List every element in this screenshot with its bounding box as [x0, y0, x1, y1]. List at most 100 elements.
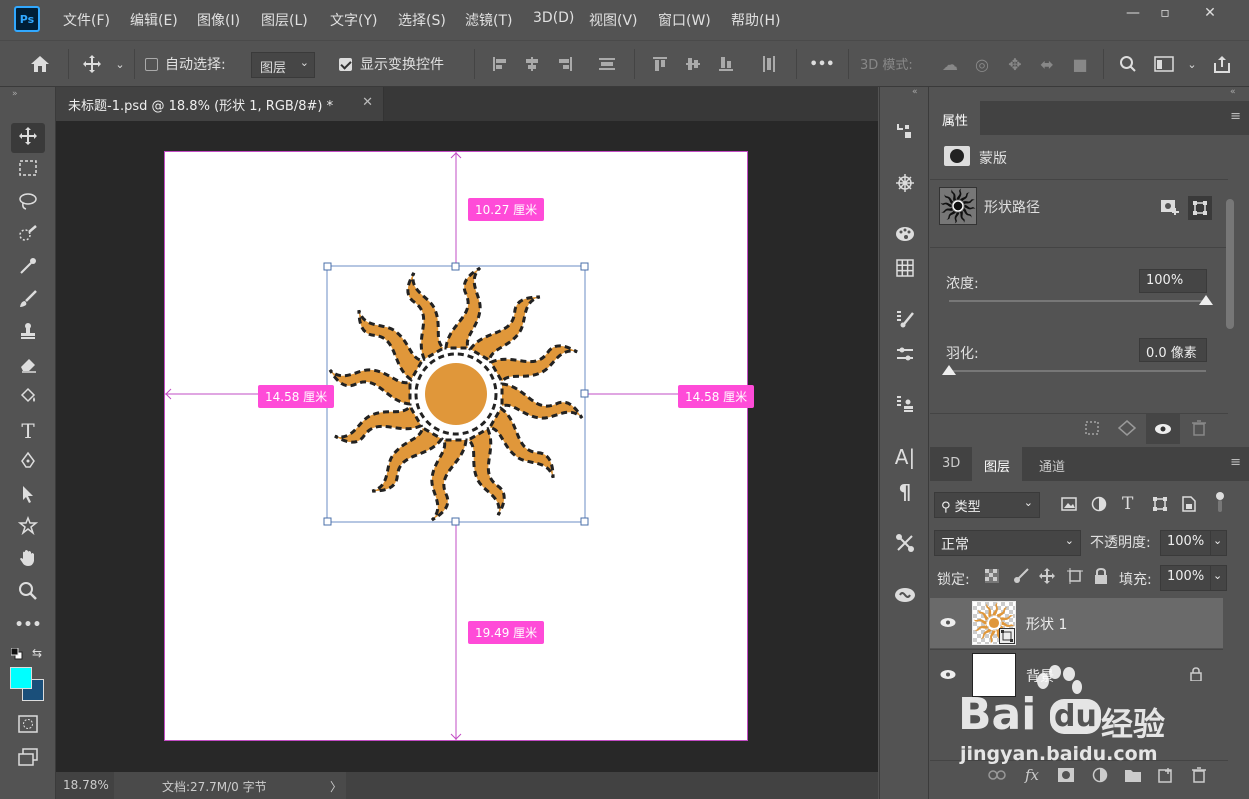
- menu-help[interactable]: 帮助(H): [731, 10, 780, 30]
- lock-transparent-icon[interactable]: [985, 569, 999, 587]
- filter-toggle-switch[interactable]: [1215, 490, 1225, 514]
- panel-menu-icon[interactable]: ≡: [1230, 109, 1241, 124]
- navigator-icon[interactable]: [891, 169, 919, 197]
- stamp-tool[interactable]: [11, 318, 45, 348]
- brush-settings-icon[interactable]: [891, 305, 919, 333]
- hand-tool[interactable]: [11, 545, 45, 575]
- density-input[interactable]: 100%: [1139, 269, 1207, 293]
- layer-row-shape[interactable]: 形状 1: [930, 598, 1223, 648]
- move-tool-icon[interactable]: [80, 52, 104, 76]
- align-left-icon[interactable]: [488, 52, 512, 76]
- close-tab-icon[interactable]: ✕: [362, 95, 373, 110]
- document-tab[interactable]: 未标题-1.psd @ 18.8% (形状 1, RGB/8#) * ✕: [56, 87, 384, 121]
- marquee-tool[interactable]: [11, 155, 45, 185]
- tab-properties[interactable]: 属性: [930, 101, 981, 135]
- move-tool[interactable]: [11, 123, 45, 153]
- auto-select-dropdown[interactable]: 图层 ⌄: [251, 52, 315, 78]
- collapse-icon[interactable]: »: [12, 89, 18, 99]
- 3d-camera-icon[interactable]: ■: [1068, 52, 1092, 76]
- status-arrow-icon[interactable]: 〉: [330, 778, 342, 795]
- more-options-icon[interactable]: •••: [810, 52, 835, 76]
- apply-mask-icon[interactable]: [1117, 420, 1137, 440]
- align-top-icon[interactable]: [648, 52, 672, 76]
- fill-chevron-icon[interactable]: ⌄: [1210, 565, 1227, 591]
- history-icon[interactable]: [891, 117, 919, 145]
- quick-mask-tool[interactable]: [11, 711, 45, 741]
- screen-mode-tool[interactable]: [11, 744, 45, 774]
- zoom-tool[interactable]: [11, 578, 45, 608]
- share-icon[interactable]: [1210, 52, 1234, 76]
- menu-type[interactable]: 文字(Y): [330, 10, 377, 30]
- layer-name[interactable]: 形状 1: [1026, 614, 1067, 634]
- visibility-toggle-icon[interactable]: [1146, 414, 1180, 444]
- opacity-input[interactable]: 100%: [1160, 530, 1216, 556]
- menu-edit[interactable]: 编辑(E): [130, 10, 178, 30]
- filter-pixel-icon[interactable]: [1061, 497, 1077, 515]
- filter-adjustment-icon[interactable]: [1091, 496, 1107, 516]
- layer-filter-dropdown[interactable]: ⚲ 类型 ⌄: [934, 492, 1040, 518]
- menu-image[interactable]: 图像(I): [197, 10, 240, 30]
- doc-info-box[interactable]: 文档:27.7M/0 字节 〉: [114, 772, 346, 799]
- menu-window[interactable]: 窗口(W): [658, 10, 711, 30]
- density-slider[interactable]: [949, 300, 1206, 302]
- clone-source-icon[interactable]: [891, 390, 919, 418]
- tab-3d[interactable]: 3D: [930, 447, 972, 481]
- menu-layer[interactable]: 图层(L): [261, 10, 308, 30]
- density-slider-thumb[interactable]: [1199, 295, 1213, 305]
- auto-select-checkbox[interactable]: [145, 58, 158, 71]
- photoshop-logo[interactable]: Ps: [14, 6, 40, 32]
- swatches-icon[interactable]: [891, 254, 919, 282]
- quick-select-tool[interactable]: [11, 221, 45, 251]
- distribute-icon[interactable]: [595, 52, 619, 76]
- tab-channels[interactable]: 通道: [1027, 447, 1077, 481]
- close-window-button[interactable]: ✕: [1190, 0, 1230, 26]
- fill-input[interactable]: 100%: [1160, 565, 1216, 591]
- color-palette-icon[interactable]: [891, 220, 919, 248]
- feather-input[interactable]: 0.0 像素: [1139, 338, 1207, 362]
- filter-smart-object-icon[interactable]: [1182, 496, 1196, 516]
- align-middle-v-icon[interactable]: [681, 52, 705, 76]
- feather-slider-thumb[interactable]: [942, 365, 956, 375]
- load-selection-icon[interactable]: [1084, 420, 1100, 440]
- show-transform-checkbox[interactable]: [339, 58, 352, 71]
- eye-icon[interactable]: [940, 666, 956, 684]
- trash-icon[interactable]: [1192, 420, 1206, 440]
- filter-shape-icon[interactable]: [1152, 496, 1168, 516]
- custom-shape-tool[interactable]: [11, 513, 45, 543]
- opacity-chevron-icon[interactable]: ⌄: [1210, 530, 1227, 556]
- menu-filter[interactable]: 滤镜(T): [465, 10, 512, 30]
- more-tools[interactable]: •••: [11, 610, 45, 640]
- creative-cloud-libraries-icon[interactable]: [891, 580, 919, 608]
- filter-type-icon[interactable]: T: [1122, 494, 1133, 514]
- tool-presets-icon[interactable]: [891, 529, 919, 557]
- 3d-pan-icon[interactable]: ✥: [1003, 52, 1027, 76]
- pen-tool[interactable]: [11, 448, 45, 478]
- 3d-slide-icon[interactable]: ⬌: [1035, 52, 1059, 76]
- properties-scrollbar[interactable]: [1226, 199, 1234, 329]
- vector-mask-selected-icon[interactable]: [1188, 196, 1212, 220]
- adjustments-icon[interactable]: [891, 340, 919, 368]
- 3d-roll-icon[interactable]: ◎: [970, 52, 994, 76]
- chevron-down-icon[interactable]: ⌄: [108, 52, 132, 76]
- menu-3d[interactable]: 3D(D): [533, 10, 574, 26]
- foreground-color-swatch[interactable]: [10, 667, 32, 689]
- chevron-down-icon[interactable]: ⌄: [1180, 52, 1204, 76]
- paint-bucket-tool[interactable]: [11, 383, 45, 413]
- default-colors-icon[interactable]: [10, 647, 23, 660]
- canvas[interactable]: 10.27 厘米 14.58 厘米 14.58 厘米 19.49 厘米: [164, 151, 755, 741]
- zoom-level[interactable]: 18.78%: [63, 778, 109, 792]
- sun-shape[interactable]: [327, 266, 585, 522]
- eyedropper-tool[interactable]: [11, 253, 45, 283]
- paragraph-icon[interactable]: ¶: [891, 478, 919, 506]
- eye-icon[interactable]: [940, 614, 956, 632]
- menu-file[interactable]: 文件(F): [63, 10, 110, 30]
- home-icon[interactable]: [28, 52, 52, 76]
- tab-layers[interactable]: 图层: [972, 447, 1023, 481]
- lock-all-icon[interactable]: [1094, 567, 1108, 588]
- feather-slider[interactable]: [949, 370, 1206, 372]
- lock-artboard-icon[interactable]: [1067, 568, 1083, 588]
- maximize-button[interactable]: ▫: [1145, 0, 1185, 26]
- blend-mode-dropdown[interactable]: 正常 ⌄: [934, 530, 1081, 556]
- 3d-orbit-icon[interactable]: ☁: [938, 52, 962, 76]
- swap-colors-icon[interactable]: ⇆: [32, 646, 42, 660]
